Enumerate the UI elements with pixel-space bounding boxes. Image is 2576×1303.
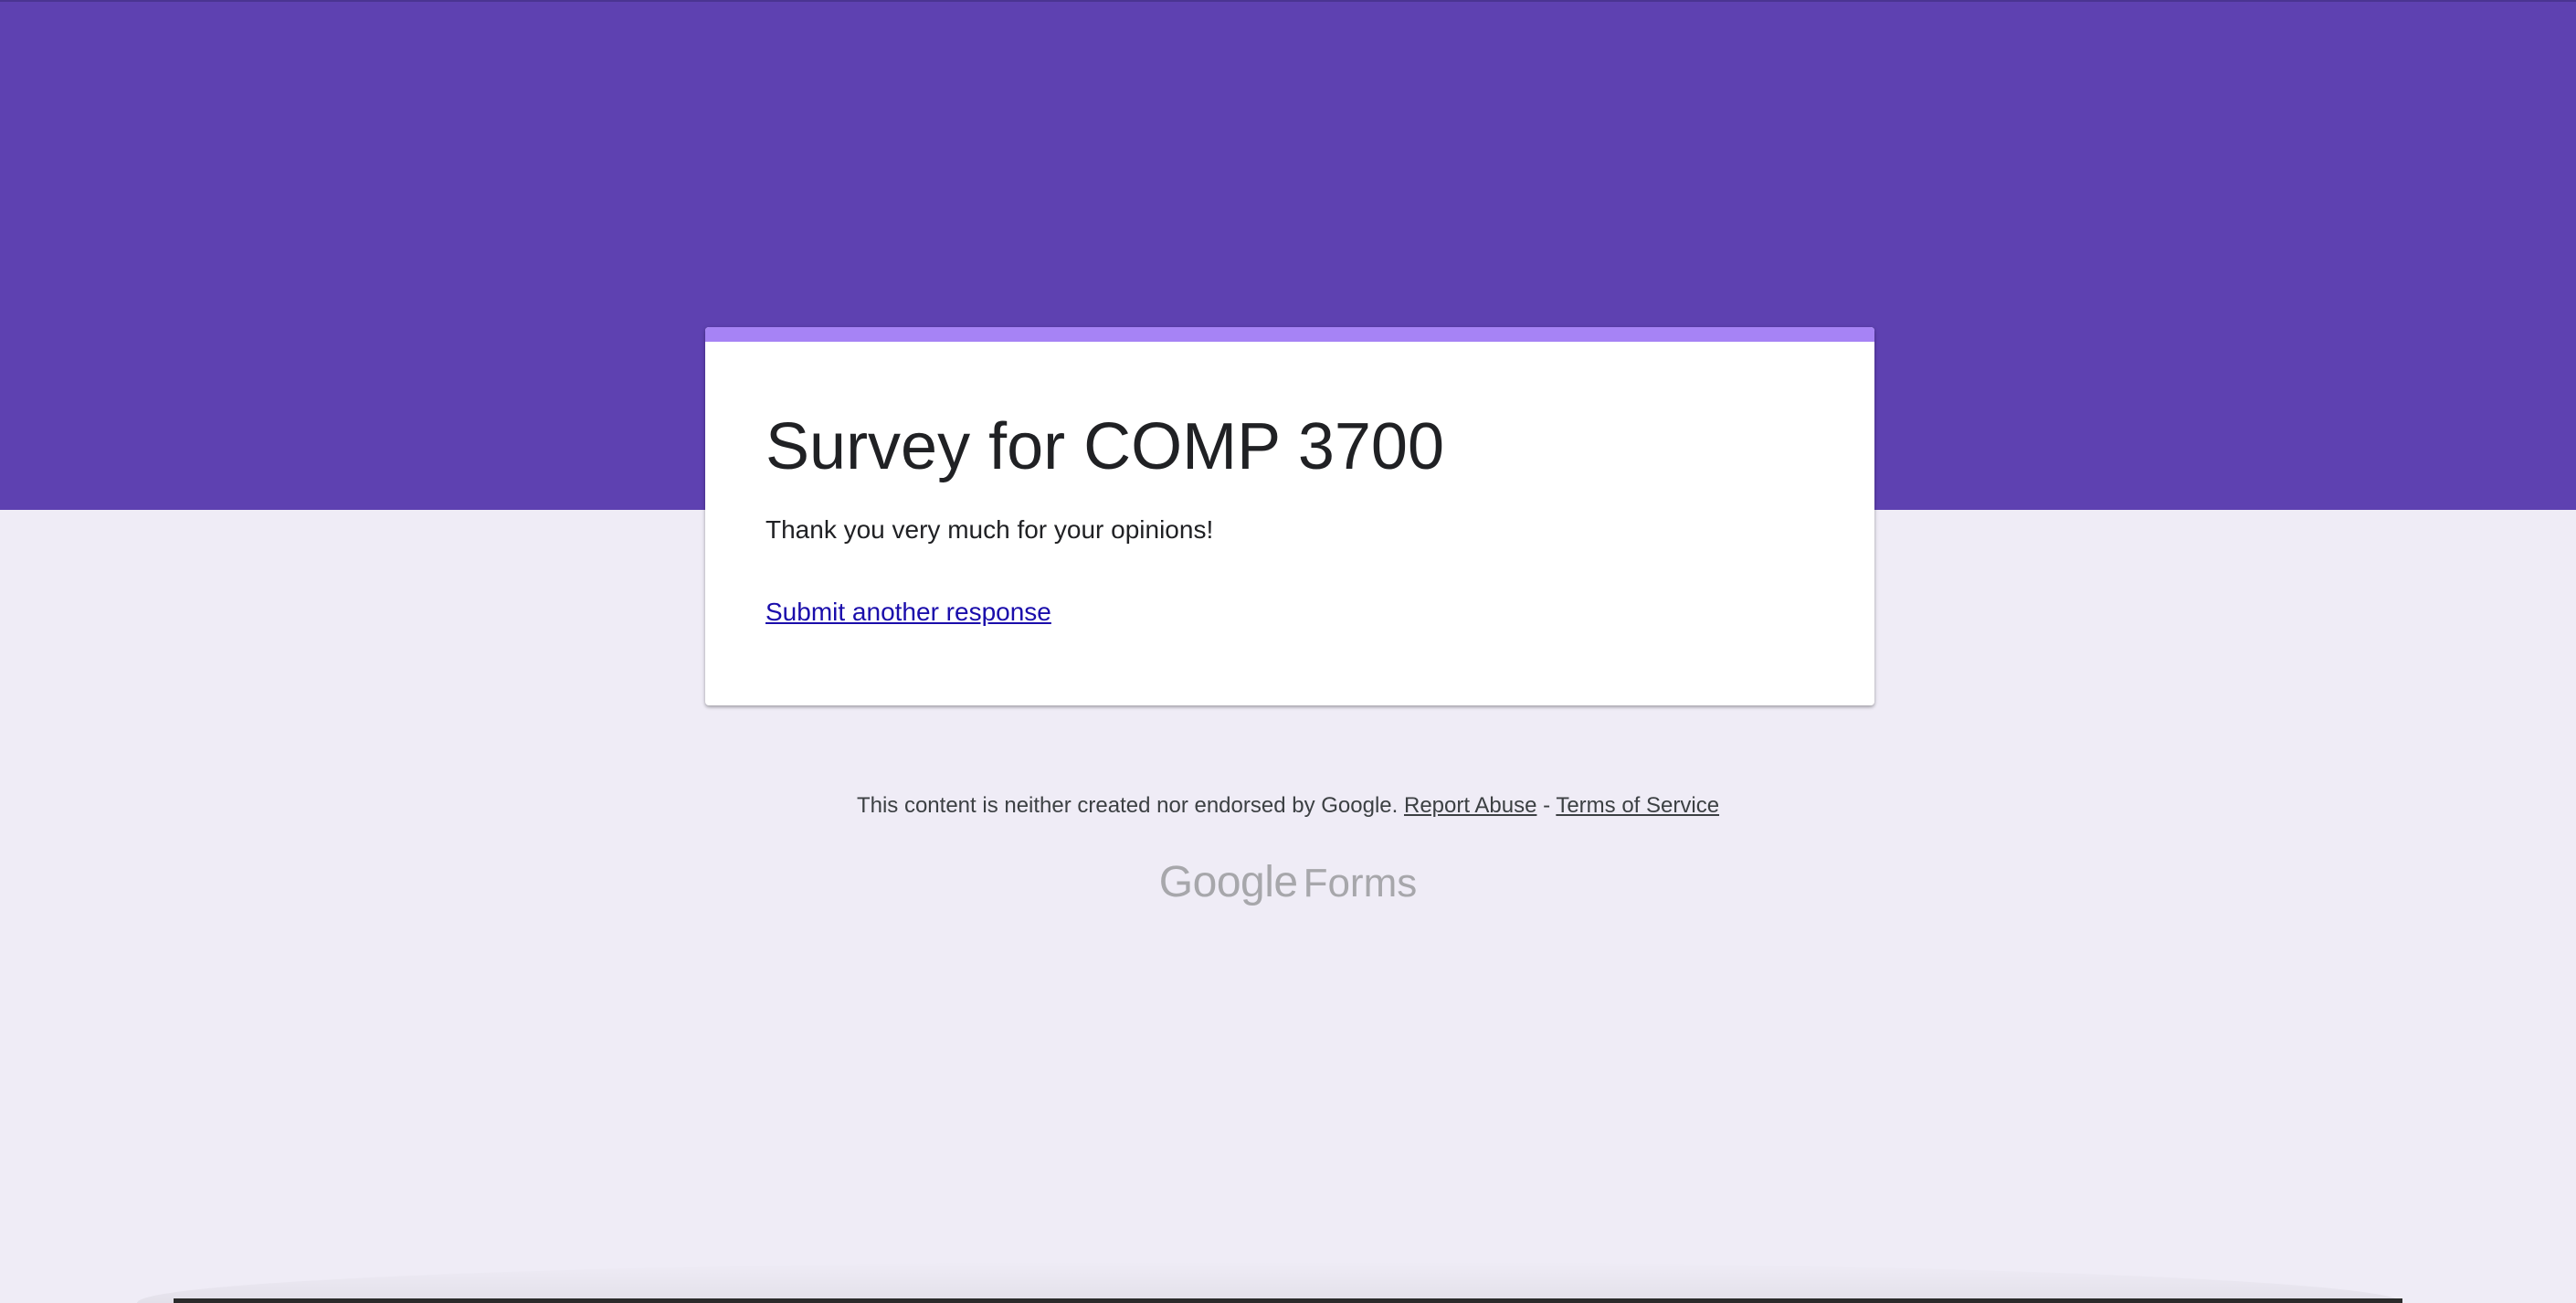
report-abuse-link[interactable]: Report Abuse — [1404, 793, 1536, 818]
terms-of-service-link[interactable]: Terms of Service — [1556, 793, 1719, 818]
confirmation-card: Survey for COMP 3700 Thank you very much… — [705, 327, 1874, 705]
bottom-edge — [174, 1298, 2402, 1303]
confirmation-message: Thank you very much for your opinions! — [765, 515, 1214, 544]
submit-another-response-link[interactable]: Submit another response — [765, 596, 1051, 629]
logo-product: Forms — [1303, 861, 1418, 906]
card-accent-bar — [705, 327, 1874, 342]
disclaimer-text: This content is neither created nor endo… — [856, 793, 1399, 818]
logo-brand: Google — [1158, 858, 1298, 906]
google-forms-logo[interactable]: Google Forms — [0, 855, 2576, 920]
form-title: Survey for COMP 3700 — [765, 410, 1444, 483]
footer-disclaimer: This content is neither created nor endo… — [0, 789, 2576, 822]
footer-separator: - — [1536, 793, 1557, 818]
bottom-shadow — [137, 1261, 2402, 1303]
